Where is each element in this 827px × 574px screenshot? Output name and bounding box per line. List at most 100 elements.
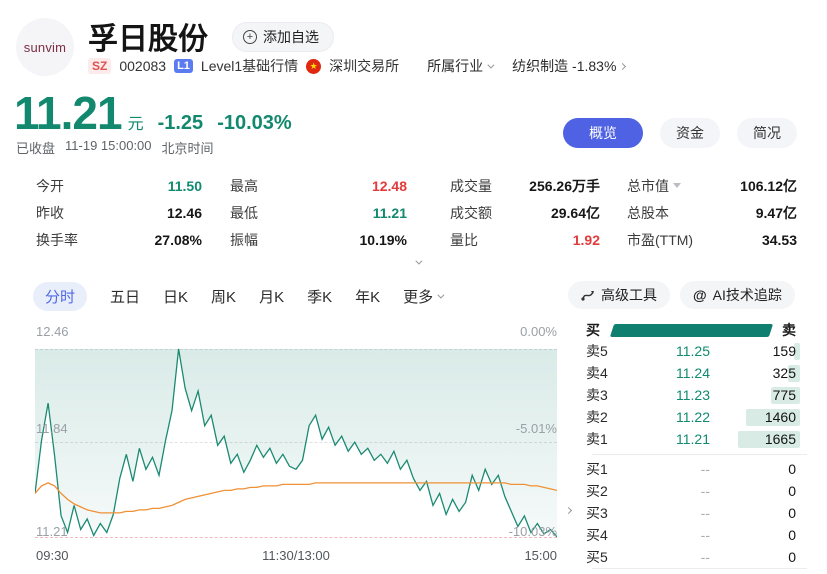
- stat-volume: 成交量 256.26万手: [450, 172, 600, 199]
- panel-expand-arrow[interactable]: [566, 500, 571, 518]
- bid-level: 买5: [586, 547, 628, 567]
- bid-row-1[interactable]: 买1 -- 0: [586, 458, 796, 480]
- chevron-right-icon: [565, 507, 572, 514]
- stat-turnover-rate: 换手率 27.08%: [36, 226, 202, 253]
- ai-track-label: AI技术追踪: [713, 285, 782, 305]
- ask-price: 11.21: [628, 431, 710, 447]
- market-status: 已收盘: [16, 138, 55, 157]
- price-block: 11.21 元 -1.25 -10.03%: [14, 86, 292, 140]
- tab-yearly-k[interactable]: 年K: [355, 286, 380, 307]
- stat-label: 量比: [450, 230, 478, 250]
- bid-ask-strength-bar: [608, 324, 774, 337]
- industry-dropdown[interactable]: 所属行业: [427, 56, 492, 76]
- stats-expander[interactable]: [405, 255, 429, 269]
- level1-badge: L1: [174, 59, 193, 73]
- ask-row-3[interactable]: 卖3 11.23 775: [586, 384, 796, 406]
- stat-value: 27.08%: [155, 232, 202, 248]
- bid-row-3[interactable]: 买3 -- 0: [586, 502, 796, 524]
- price-change-percent: -10.03%: [217, 112, 292, 135]
- stat-value: 12.46: [167, 205, 202, 221]
- ask-row-5[interactable]: 卖5 11.25 159: [586, 340, 796, 362]
- szse-flag-icon: ★: [306, 59, 321, 74]
- stats-column-2: 最高 12.48 最低 11.21 振幅 10.19%: [230, 172, 407, 253]
- order-book-bottom-divider: [592, 568, 807, 569]
- ask-qty: 775: [773, 387, 796, 403]
- order-book-divider: [592, 454, 807, 455]
- ask-level: 卖4: [586, 363, 628, 383]
- industry-label: 所属行业: [427, 56, 483, 76]
- level1-label: Level1基础行情: [201, 56, 298, 76]
- stat-value: 12.48: [372, 178, 407, 194]
- bid-row-5[interactable]: 买5 -- 0: [586, 546, 796, 568]
- stat-value: 11.50: [168, 178, 202, 194]
- advanced-tools-button[interactable]: 高级工具: [568, 281, 670, 309]
- stat-prev-close: 昨收 12.46: [36, 199, 202, 226]
- bid-label: 买: [586, 320, 600, 340]
- ask-row-2[interactable]: 卖2 11.22 1460: [586, 406, 796, 428]
- add-watchlist-button[interactable]: + 添加自选: [232, 22, 334, 52]
- ask-qty: 325: [773, 365, 796, 381]
- y-axis-bottom-right: -10.03%: [477, 524, 557, 539]
- bid-row-2[interactable]: 买2 -- 0: [586, 480, 796, 502]
- tab-overview[interactable]: 概览: [563, 118, 643, 148]
- ask-price: 11.25: [628, 343, 710, 359]
- current-price: 11.21: [14, 86, 122, 140]
- stats-column-4: 总市值 106.12亿 总股本 9.47亿 市盈(TTM) 34.53: [627, 172, 797, 253]
- stat-amount: 成交额 29.64亿: [450, 199, 600, 226]
- stat-label: 总市值: [627, 176, 669, 196]
- stat-label: 昨收: [36, 203, 64, 223]
- ask-row-1[interactable]: 卖1 11.21 1665: [586, 428, 796, 450]
- stat-value: 34.53: [762, 232, 797, 248]
- bid-row-4[interactable]: 买4 -- 0: [586, 524, 796, 546]
- stock-code: 002083: [119, 58, 166, 74]
- ai-track-button[interactable]: @ AI技术追踪: [680, 281, 795, 309]
- ask-qty: 159: [773, 343, 796, 359]
- stat-label: 最高: [230, 176, 258, 196]
- more-label: 更多: [403, 286, 433, 307]
- stat-pe-ttm: 市盈(TTM) 34.53: [627, 226, 797, 253]
- tab-quarterly-k[interactable]: 季K: [307, 286, 332, 307]
- stat-high: 最高 12.48: [230, 172, 407, 199]
- y-axis-top-left: 12.46: [36, 324, 69, 339]
- stat-label: 成交量: [450, 176, 492, 196]
- bid-price: --: [628, 461, 710, 477]
- price-change: -1.25: [158, 112, 204, 135]
- plus-circle-icon: +: [243, 30, 257, 44]
- tab-daily-k[interactable]: 日K: [163, 286, 188, 307]
- ai-swirl-icon: @: [693, 287, 707, 303]
- tab-intraday[interactable]: 分时: [33, 282, 87, 311]
- triangle-down-icon[interactable]: [673, 183, 681, 188]
- stat-amplitude: 振幅 10.19%: [230, 226, 407, 253]
- bid-qty: 0: [788, 505, 796, 521]
- price-area-fill: [35, 349, 557, 537]
- price-unit: 元: [128, 110, 144, 134]
- ask-row-4[interactable]: 卖4 11.24 325: [586, 362, 796, 384]
- stat-value: 1.92: [573, 232, 600, 248]
- intraday-chart[interactable]: [35, 340, 557, 540]
- industry-link[interactable]: 纺织制造 -1.83%: [512, 56, 625, 76]
- bid-qty: 0: [788, 461, 796, 477]
- close-time: 11-19 15:00:00: [65, 138, 152, 157]
- tab-more[interactable]: 更多: [403, 286, 442, 307]
- ask-level: 卖5: [586, 341, 628, 361]
- tab-weekly-k[interactable]: 周K: [211, 286, 236, 307]
- chart-tools: 高级工具 @ AI技术追踪: [568, 281, 795, 309]
- stat-value: 29.64亿: [551, 203, 600, 223]
- ask-level: 卖2: [586, 407, 628, 427]
- chevron-down-icon: [415, 257, 422, 264]
- tab-5day[interactable]: 五日: [110, 286, 140, 307]
- stat-value: 9.47亿: [756, 203, 797, 223]
- stat-low: 最低 11.21: [230, 199, 407, 226]
- ask-qty: 1460: [765, 409, 796, 425]
- tab-profile[interactable]: 简况: [737, 118, 797, 148]
- stat-open: 今开 11.50: [36, 172, 202, 199]
- bid-qty: 0: [788, 483, 796, 499]
- tab-monthly-k[interactable]: 月K: [259, 286, 284, 307]
- ask-level: 卖3: [586, 385, 628, 405]
- market-status-line: 已收盘 11-19 15:00:00 北京时间: [16, 138, 214, 157]
- route-tool-icon: [581, 288, 595, 302]
- ask-level: 卖1: [586, 429, 628, 449]
- x-axis-midday: 11:30/13:00: [246, 548, 346, 563]
- tab-funds[interactable]: 资金: [660, 118, 720, 148]
- chevron-down-icon: [438, 292, 445, 299]
